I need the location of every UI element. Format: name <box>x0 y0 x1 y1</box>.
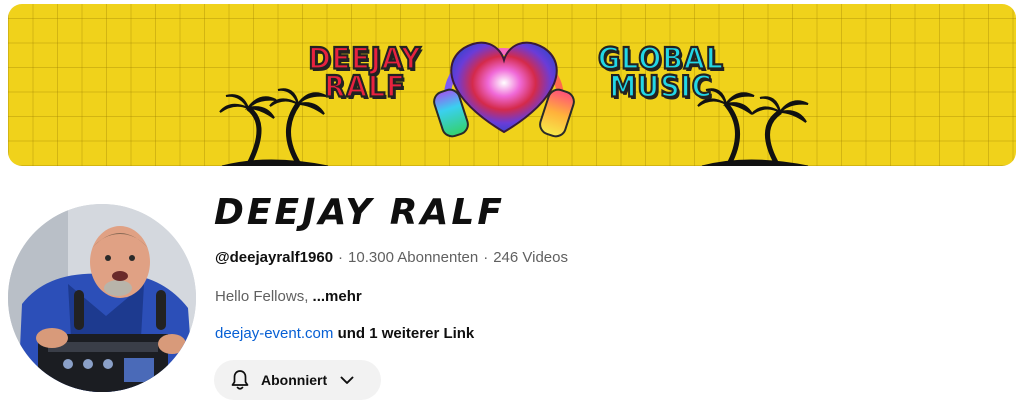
channel-description[interactable]: Hello Fellows, ...mehr <box>215 288 362 305</box>
meta-separator: · <box>338 249 344 266</box>
description-text: Hello Fellows, <box>215 288 309 305</box>
banner-title-right: GLOBAL MUSIC <box>586 44 736 105</box>
channel-avatar[interactable] <box>8 204 196 392</box>
channel-links: deejay-event.com und 1 weiterer Link <box>215 325 474 342</box>
channel-link[interactable]: deejay-event.com <box>215 325 333 342</box>
channel-title: DEEJAY RALF <box>214 192 505 233</box>
subscriber-count: 10.300 Abonnenten <box>348 249 479 266</box>
more-links-button[interactable]: und 1 weiterer Link <box>338 325 475 342</box>
channel-banner: DEEJAY RALF GLOBAL MUSIC <box>8 4 1016 166</box>
bell-icon <box>228 368 252 392</box>
subscribed-button[interactable]: Abonniert <box>214 360 381 400</box>
channel-handle: @deejayralf1960 <box>215 249 334 266</box>
subscribed-label: Abonniert <box>261 372 328 388</box>
more-button[interactable]: ...mehr <box>313 288 362 305</box>
banner-text-line: RALF <box>323 70 406 105</box>
avatar-image <box>8 204 196 392</box>
video-count: 246 Videos <box>493 249 568 266</box>
banner-artwork <box>219 41 809 166</box>
meta-separator: · <box>483 249 489 266</box>
chevron-down-icon <box>337 370 357 390</box>
banner-text-line: MUSIC <box>608 70 713 105</box>
banner-title-left: DEEJAY RALF <box>290 44 440 105</box>
channel-meta: @deejayralf1960 · 10.300 Abonnenten · 246 Vi… <box>215 249 568 266</box>
